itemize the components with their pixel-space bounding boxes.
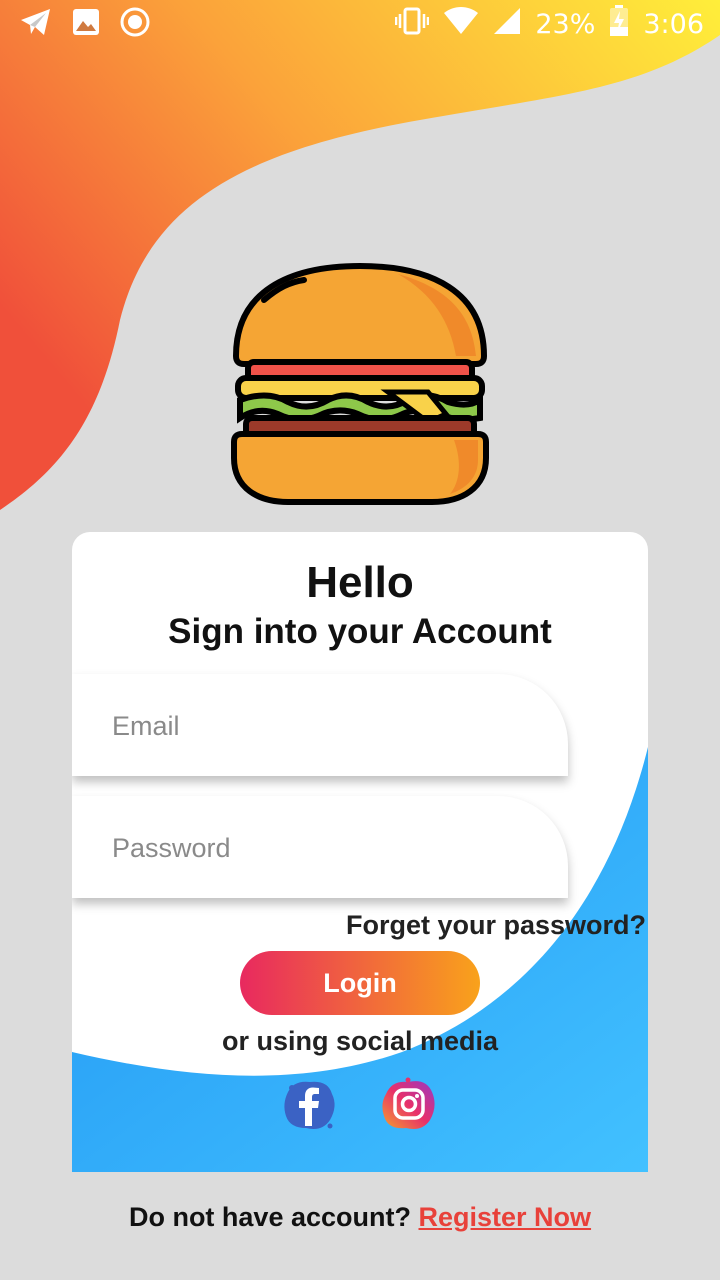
facebook-icon[interactable]	[280, 1076, 338, 1134]
gallery-icon	[72, 8, 100, 41]
instagram-icon[interactable]	[380, 1076, 438, 1134]
vibrate-icon	[395, 7, 430, 42]
signin-card: Hello Sign into your Account Forget your…	[72, 532, 648, 1172]
signin-subtitle: Sign into your Account	[168, 612, 552, 651]
status-bar: 23% 3:06	[0, 0, 720, 48]
register-question: Do not have account?	[128, 1202, 411, 1232]
burger-logo-icon	[231, 262, 489, 505]
clock: 3:06	[643, 8, 704, 40]
register-prompt: Do not have account? Register Now	[0, 1202, 720, 1233]
social-media-label: or using social media	[221, 1026, 499, 1056]
password-field-container	[72, 796, 568, 900]
telegram-icon	[20, 8, 52, 41]
forgot-password-link[interactable]: Forget your password?	[346, 910, 646, 941]
wifi-icon	[443, 6, 479, 42]
signal-icon	[493, 7, 521, 42]
register-now-link[interactable]: Register Now	[419, 1202, 592, 1232]
email-field-container	[72, 674, 568, 778]
email-input[interactable]	[72, 674, 514, 778]
battery-charging-icon	[609, 4, 629, 44]
greeting-title: Hello	[306, 558, 414, 607]
login-button[interactable]: Login	[240, 951, 480, 1015]
record-icon	[120, 7, 150, 42]
battery-percent: 23%	[535, 8, 596, 40]
password-input[interactable]	[72, 796, 514, 900]
